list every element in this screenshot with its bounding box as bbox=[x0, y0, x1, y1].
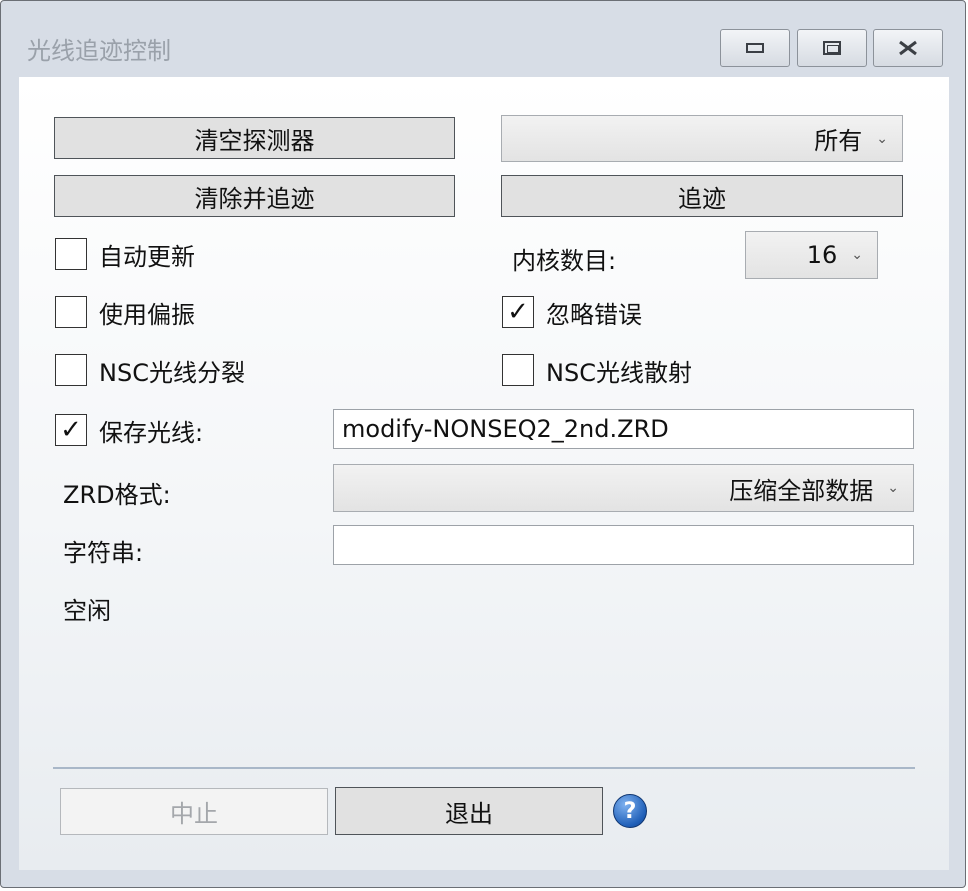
cores-value: 16 bbox=[806, 241, 838, 269]
abort-button[interactable]: 中止 bbox=[60, 788, 328, 835]
ray-trace-control-window: 光线追迹控制 清空探测器 所有 ⌄ 清除并追迹 追迹 自动更新 内核数目: 16… bbox=[0, 0, 966, 888]
ignore-errors-label: 忽略错误 bbox=[546, 300, 642, 329]
title-bar[interactable]: 光线追迹控制 bbox=[1, 1, 965, 75]
save-rays-checkbox[interactable]: ✓ bbox=[55, 414, 87, 446]
use-polarization-checkbox[interactable] bbox=[55, 296, 87, 328]
cores-dropdown[interactable]: 16 ⌄ bbox=[745, 231, 878, 279]
auto-update-checkbox[interactable] bbox=[55, 238, 87, 270]
auto-update-label: 自动更新 bbox=[99, 242, 195, 271]
save-rays-option[interactable]: ✓ 保存光线: bbox=[55, 413, 203, 447]
close-icon bbox=[899, 40, 917, 56]
filter-string-label: 字符串: bbox=[63, 539, 144, 567]
help-icon[interactable]: ? bbox=[613, 794, 647, 828]
chevron-down-icon: ⌄ bbox=[876, 130, 888, 147]
chevron-down-icon: ⌄ bbox=[851, 247, 863, 263]
zrd-format-value: 压缩全部数据 bbox=[729, 476, 874, 505]
nsc-ray-scattering-label: NSC光线散射 bbox=[546, 358, 692, 387]
maximize-icon bbox=[823, 41, 841, 55]
cores-label: 内核数目: bbox=[512, 247, 617, 275]
minimize-icon bbox=[746, 43, 764, 53]
close-button[interactable] bbox=[873, 29, 943, 67]
window-title: 光线追迹控制 bbox=[27, 37, 171, 65]
maximize-button[interactable] bbox=[797, 29, 867, 67]
detector-select-dropdown[interactable]: 所有 ⌄ bbox=[501, 115, 903, 162]
auto-update-option[interactable]: 自动更新 bbox=[55, 237, 195, 271]
dialog-body: 清空探测器 所有 ⌄ 清除并追迹 追迹 自动更新 内核数目: 16 ⌄ 使用偏振… bbox=[19, 77, 949, 870]
nsc-ray-splitting-checkbox[interactable] bbox=[55, 354, 87, 386]
save-rays-label: 保存光线: bbox=[99, 418, 204, 447]
filter-string-input[interactable] bbox=[333, 525, 914, 565]
exit-button[interactable]: 退出 bbox=[335, 787, 603, 835]
trace-button[interactable]: 追迹 bbox=[501, 175, 903, 217]
nsc-ray-splitting-option[interactable]: NSC光线分裂 bbox=[55, 353, 245, 387]
use-polarization-option[interactable]: 使用偏振 bbox=[55, 295, 195, 329]
save-file-input[interactable]: modify-NONSEQ2_2nd.ZRD bbox=[333, 409, 914, 449]
clear-detectors-button[interactable]: 清空探测器 bbox=[54, 117, 455, 159]
ignore-errors-checkbox[interactable]: ✓ bbox=[502, 296, 534, 328]
zrd-format-label: ZRD格式: bbox=[63, 481, 171, 509]
status-text: 空闲 bbox=[63, 597, 111, 625]
nsc-ray-splitting-label: NSC光线分裂 bbox=[99, 358, 245, 387]
use-polarization-label: 使用偏振 bbox=[99, 300, 195, 329]
detector-select-value: 所有 bbox=[814, 127, 863, 155]
ignore-errors-option[interactable]: ✓ 忽略错误 bbox=[502, 295, 642, 329]
minimize-button[interactable] bbox=[720, 29, 790, 67]
chevron-down-icon: ⌄ bbox=[887, 480, 899, 496]
zrd-format-dropdown[interactable]: 压缩全部数据 ⌄ bbox=[333, 464, 914, 512]
divider bbox=[53, 767, 915, 769]
nsc-ray-scattering-option[interactable]: NSC光线散射 bbox=[502, 353, 692, 387]
nsc-ray-scattering-checkbox[interactable] bbox=[502, 354, 534, 386]
clear-and-trace-button[interactable]: 清除并追迹 bbox=[54, 175, 455, 217]
